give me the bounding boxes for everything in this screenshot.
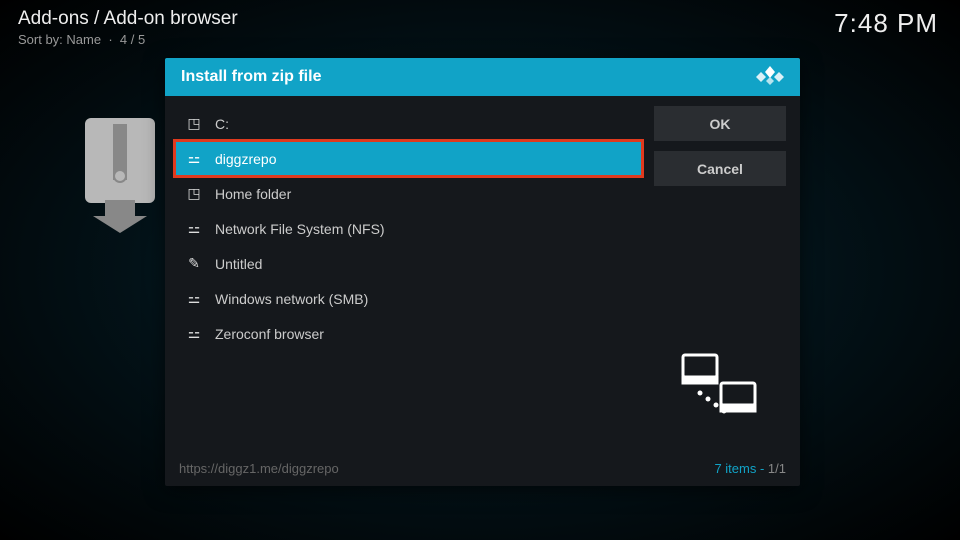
network-icon: ⚍ xyxy=(187,150,201,167)
footer-path: https://diggz1.me/diggzrepo xyxy=(179,461,339,476)
ok-button[interactable]: OK xyxy=(654,106,786,141)
list-item[interactable]: ◳ C: xyxy=(175,106,642,141)
network-preview-icon xyxy=(658,334,778,434)
list-item[interactable]: ◳ Home folder xyxy=(175,176,642,211)
breadcrumb: Add-ons / Add-on browser xyxy=(18,8,238,30)
dialog-title-bar: Install from zip file xyxy=(165,58,800,96)
zip-file-icon xyxy=(85,118,170,233)
pen-icon: ✎ xyxy=(187,255,201,272)
drive-icon: ◳ xyxy=(187,185,201,202)
network-icon: ⚍ xyxy=(187,220,201,237)
source-list: ◳ C: ⚍ diggzrepo ◳ Home folder ⚍ Network Fil… xyxy=(175,106,642,446)
list-item-label: C: xyxy=(215,116,229,132)
cancel-button[interactable]: Cancel xyxy=(654,151,786,186)
network-icon: ⚍ xyxy=(187,290,201,307)
list-item[interactable]: ⚍ diggzrepo xyxy=(175,141,642,176)
list-item-label: diggzrepo xyxy=(215,151,277,167)
list-item-label: Home folder xyxy=(215,186,291,202)
list-item-label: Network File System (NFS) xyxy=(215,221,385,237)
list-item-label: Untitled xyxy=(215,256,262,272)
network-icon: ⚍ xyxy=(187,325,201,342)
list-item[interactable]: ⚍ Windows network (SMB) xyxy=(175,281,642,316)
list-item-label: Zeroconf browser xyxy=(215,326,324,342)
drive-icon: ◳ xyxy=(187,115,201,132)
list-item-label: Windows network (SMB) xyxy=(215,291,368,307)
kodi-logo-icon xyxy=(756,64,784,91)
install-zip-dialog: Install from zip file ◳ C: ⚍ diggzrepo ◳ Ho… xyxy=(165,58,800,486)
sort-line: Sort by: Name · 4 / 5 xyxy=(18,32,238,47)
dialog-title: Install from zip file xyxy=(181,68,321,86)
clock: 7:48 PM xyxy=(834,8,938,39)
list-item[interactable]: ⚍ Network File System (NFS) xyxy=(175,211,642,246)
list-item[interactable]: ✎ Untitled xyxy=(175,246,642,281)
footer-item-count: 7 items - 1/1 xyxy=(714,461,786,476)
list-item[interactable]: ⚍ Zeroconf browser xyxy=(175,316,642,351)
